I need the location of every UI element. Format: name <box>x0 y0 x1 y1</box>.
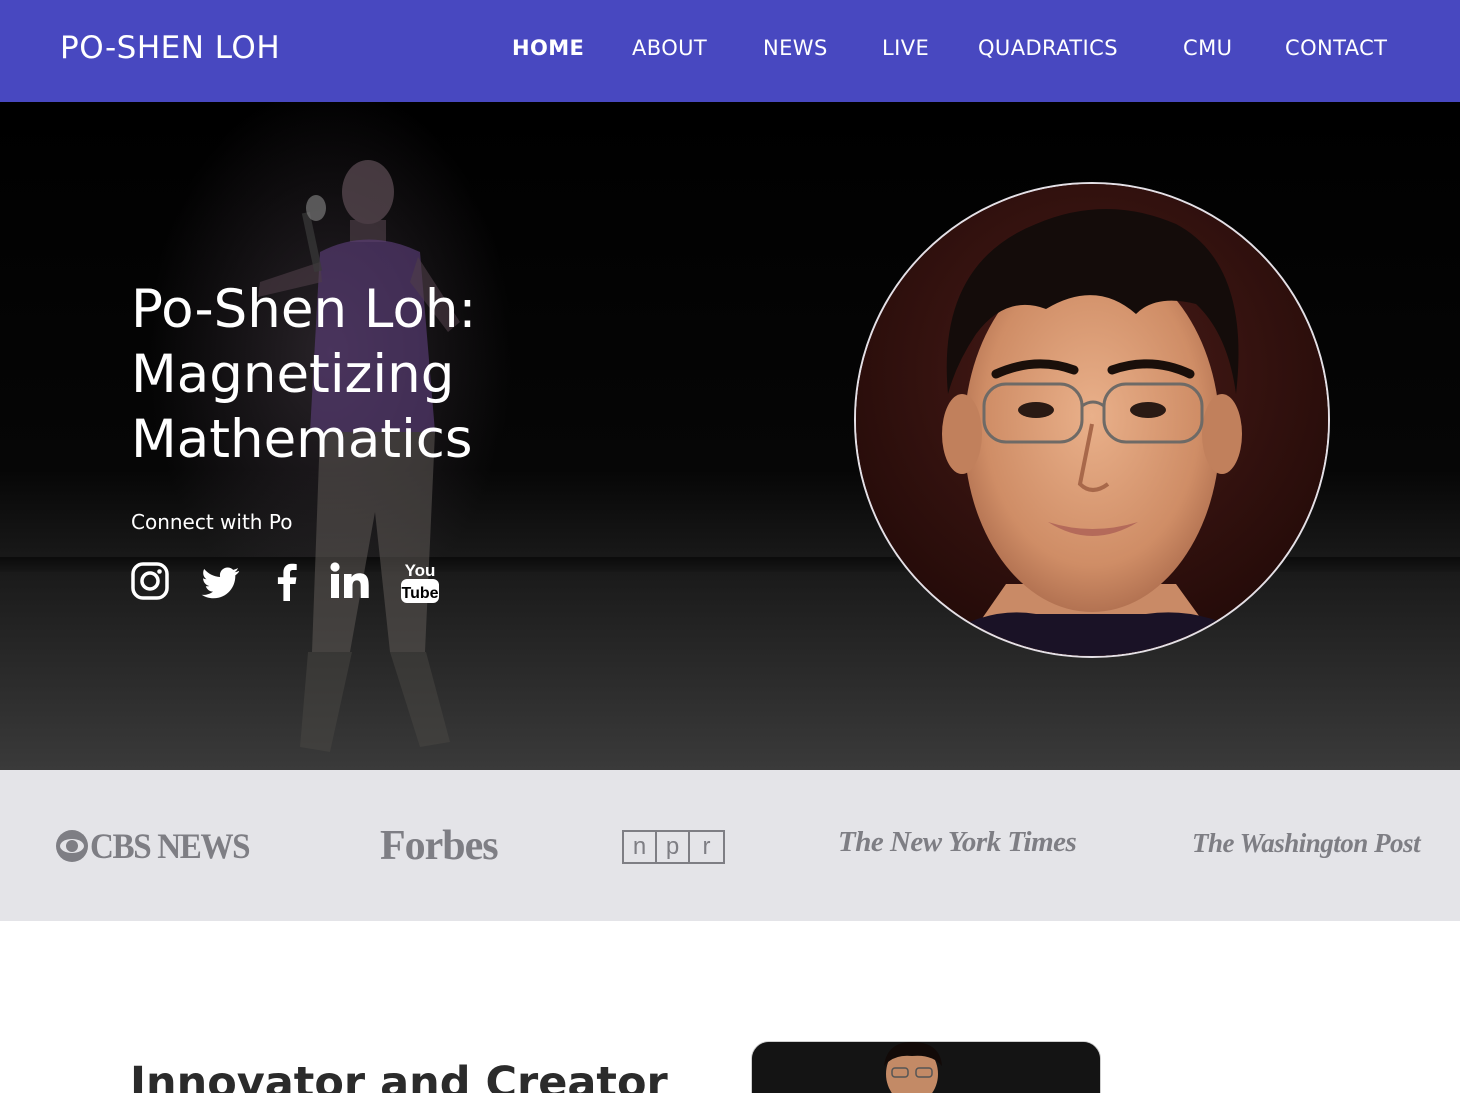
connect-label: Connect with Po <box>131 510 293 534</box>
linkedin-icon[interactable] <box>330 557 370 605</box>
nav-link-news[interactable]: NEWS <box>763 36 828 60</box>
facebook-icon[interactable] <box>273 557 299 605</box>
npr-logo-letter: p <box>657 832 690 862</box>
hero-title: Po-Shen Loh: Magnetizing Mathematics <box>131 277 651 472</box>
section-title: Innovator and Creator <box>130 1058 668 1093</box>
npr-logo-letter: r <box>690 832 723 862</box>
nav-link-cmu[interactable]: CMU <box>1183 36 1232 60</box>
youtube-icon-text-top: You <box>405 561 436 580</box>
hero-section: Po-Shen Loh: Magnetizing Mathematics Con… <box>0 102 1460 770</box>
youtube-icon[interactable]: You Tube <box>400 557 440 605</box>
top-navbar: PO-SHEN LOH HOME ABOUT NEWS LIVE QUADRAT… <box>0 0 1460 102</box>
twitter-icon[interactable] <box>201 557 241 605</box>
npr-logo-letter: n <box>624 832 657 862</box>
washington-post-logo: The Washington Post <box>1192 828 1421 858</box>
nav-link-live[interactable]: LIVE <box>882 36 929 60</box>
youtube-icon-text-bottom: Tube <box>401 585 438 602</box>
forbes-logo: Forbes <box>380 823 499 869</box>
instagram-icon[interactable] <box>131 557 169 605</box>
cbs-news-logo: CBS NEWS <box>56 826 263 866</box>
hero-title-line-3: Mathematics <box>131 409 473 470</box>
portrait-photo <box>854 182 1330 658</box>
cbs-eye-icon <box>56 830 88 862</box>
nav-link-quadratics[interactable]: QUADRATICS <box>978 36 1118 60</box>
hero-title-line-1: Po-Shen Loh: <box>131 279 477 340</box>
cbs-news-logo-text: CBS NEWS <box>90 826 251 866</box>
nav-link-contact[interactable]: CONTACT <box>1285 36 1387 60</box>
nav-link-about[interactable]: ABOUT <box>632 36 707 60</box>
hero-title-line-2: Magnetizing <box>131 344 455 405</box>
new-york-times-logo: The New York Times <box>838 826 1077 858</box>
site-brand[interactable]: PO-SHEN LOH <box>60 30 280 66</box>
nav-link-home[interactable]: HOME <box>512 36 584 60</box>
video-thumbnail[interactable] <box>751 1041 1101 1093</box>
npr-logo: n p r <box>622 830 725 864</box>
